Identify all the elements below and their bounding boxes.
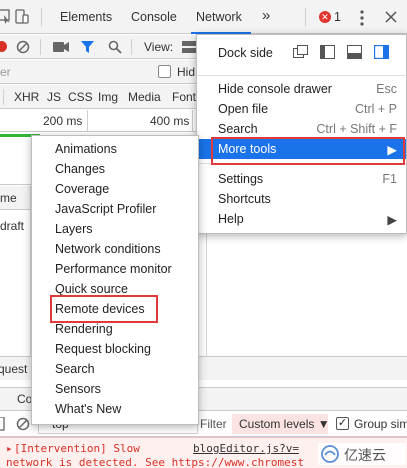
log-levels-label: Custom levels ▼ [239, 417, 330, 431]
dock-right-icon[interactable] [374, 45, 389, 59]
error-icon[interactable]: ✕ [319, 11, 331, 23]
menu-item-label: Hide console drawer [218, 82, 332, 96]
clear-console-icon[interactable] [16, 417, 30, 431]
devtools-customize-menu: Dock side Hide console drawer Esc Open f… [196, 34, 407, 234]
annotation-highlight-more-tools [211, 137, 405, 165]
type-filter-media[interactable]: Media [128, 90, 161, 104]
clear-icon[interactable] [16, 40, 30, 54]
submenu-item-javascript-profiler[interactable]: JavaScript Profiler [55, 202, 156, 216]
menu-item-label: Help [218, 212, 244, 226]
sidebar-toggle-icon[interactable] [0, 417, 5, 431]
menu-item-label: Settings [218, 172, 264, 186]
expand-arrow-icon[interactable]: ▸ [6, 442, 13, 455]
type-filter-xhr[interactable]: XHR [14, 90, 39, 104]
submenu-item-whats-new[interactable]: What's New [55, 402, 121, 416]
undock-icon[interactable] [293, 45, 309, 59]
timeline-tick-label: 400 ms [150, 114, 190, 128]
type-filter-css[interactable]: CSS [68, 90, 93, 104]
submenu-item-sensors[interactable]: Sensors [55, 382, 101, 396]
more-tools-submenu: Animations Changes Coverage JavaScript P… [31, 135, 199, 425]
submenu-item-rendering[interactable]: Rendering [55, 322, 113, 336]
requests-summary: quest [0, 362, 28, 376]
more-tabs-button[interactable]: » [262, 7, 270, 24]
annotation-highlight-remote-devices [50, 295, 158, 323]
filter-input[interactable]: er [0, 65, 11, 79]
filter-funnel-icon[interactable] [80, 40, 95, 54]
search-icon[interactable] [108, 40, 122, 54]
dock-side-row: Dock side [197, 43, 406, 63]
kebab-menu-icon[interactable] [358, 10, 366, 26]
menu-item-label: Shortcuts [218, 192, 271, 206]
hide-data-urls-label: Hid [177, 65, 196, 79]
name-column-header[interactable]: me [0, 191, 17, 205]
tab-elements[interactable]: Elements [60, 10, 112, 24]
devtools-tab-bar: Elements Console Network » ✕ 1 [0, 0, 407, 34]
dock-side-label: Dock side [218, 46, 273, 60]
device-toolbar-icon[interactable] [14, 9, 30, 25]
large-rows-icon[interactable] [182, 41, 196, 53]
submenu-item-quick-source[interactable]: Quick source [55, 282, 128, 296]
watermark-logo: 亿速云 [318, 443, 406, 465]
dock-left-icon[interactable] [320, 45, 335, 59]
error-count[interactable]: 1 [334, 10, 341, 24]
type-filter-font[interactable]: Font [172, 90, 196, 104]
type-filter-js[interactable]: JS [47, 90, 61, 104]
watermark-text: 亿速云 [344, 447, 386, 463]
toolbar-divider [41, 8, 42, 26]
submenu-item-performance-monitor[interactable]: Performance monitor [55, 262, 172, 276]
hide-data-urls-checkbox[interactable] [158, 65, 171, 78]
screenshot-camera-icon[interactable] [53, 41, 69, 53]
menu-item-shortcut: F1 [382, 172, 397, 186]
group-similar-checkbox[interactable]: ✓ [336, 417, 349, 430]
table-row[interactable]: draft [0, 219, 24, 233]
submenu-item-animations[interactable]: Animations [55, 142, 117, 156]
submenu-arrow-icon: ▶ [387, 213, 397, 227]
menu-item-label: Search [218, 122, 258, 136]
menu-separator [197, 75, 406, 76]
log-levels-dropdown[interactable]: Custom levels ▼ [232, 414, 330, 434]
submenu-item-request-blocking[interactable]: Request blocking [55, 342, 151, 356]
toolbar-divider [40, 39, 41, 55]
menu-item-search[interactable]: Search Ctrl + Shift + F [197, 119, 406, 139]
menu-item-shortcut: Esc [376, 82, 397, 96]
view-label: View: [144, 40, 174, 54]
menu-item-label: Open file [218, 102, 269, 116]
submenu-item-layers[interactable]: Layers [55, 222, 93, 236]
timeline-tick [192, 110, 193, 132]
console-filter-input[interactable]: Filter [200, 417, 227, 431]
group-similar-label: Group sim [354, 417, 407, 431]
timeline-tick [87, 110, 88, 132]
type-filter-img[interactable]: Img [98, 90, 118, 104]
close-devtools-icon[interactable] [385, 11, 397, 23]
menu-item-hide-console-drawer[interactable]: Hide console drawer Esc [197, 79, 406, 99]
tab-network[interactable]: Network [196, 10, 242, 24]
menu-item-settings[interactable]: Settings F1 [197, 169, 406, 189]
toolbar-divider [305, 8, 306, 26]
record-icon[interactable] [0, 41, 7, 52]
console-message-line2: network is detected. See https://www.chr… [6, 456, 305, 468]
menu-item-open-file[interactable]: Open file Ctrl + P [197, 99, 406, 119]
console-message-line1: [Intervention] Slow [14, 442, 140, 455]
dock-bottom-icon[interactable] [347, 45, 362, 59]
submenu-item-changes[interactable]: Changes [55, 162, 105, 176]
submenu-item-search[interactable]: Search [55, 362, 95, 376]
toolbar-divider [3, 89, 4, 105]
toolbar-divider [131, 39, 132, 55]
tab-console[interactable]: Console [131, 10, 177, 24]
console-message-source-link[interactable]: blogEditor.js?v= [193, 442, 299, 455]
cloud-logo-icon [321, 445, 339, 463]
menu-item-shortcuts[interactable]: Shortcuts [197, 189, 406, 209]
submenu-item-network-conditions[interactable]: Network conditions [55, 242, 161, 256]
menu-item-shortcut: Ctrl + Shift + F [316, 122, 397, 136]
inspect-element-icon[interactable] [0, 9, 12, 25]
menu-item-help[interactable]: Help ▶ [197, 209, 406, 229]
submenu-item-coverage[interactable]: Coverage [55, 182, 109, 196]
menu-item-shortcut: Ctrl + P [354, 102, 397, 116]
timeline-tick-label: 200 ms [43, 114, 83, 128]
